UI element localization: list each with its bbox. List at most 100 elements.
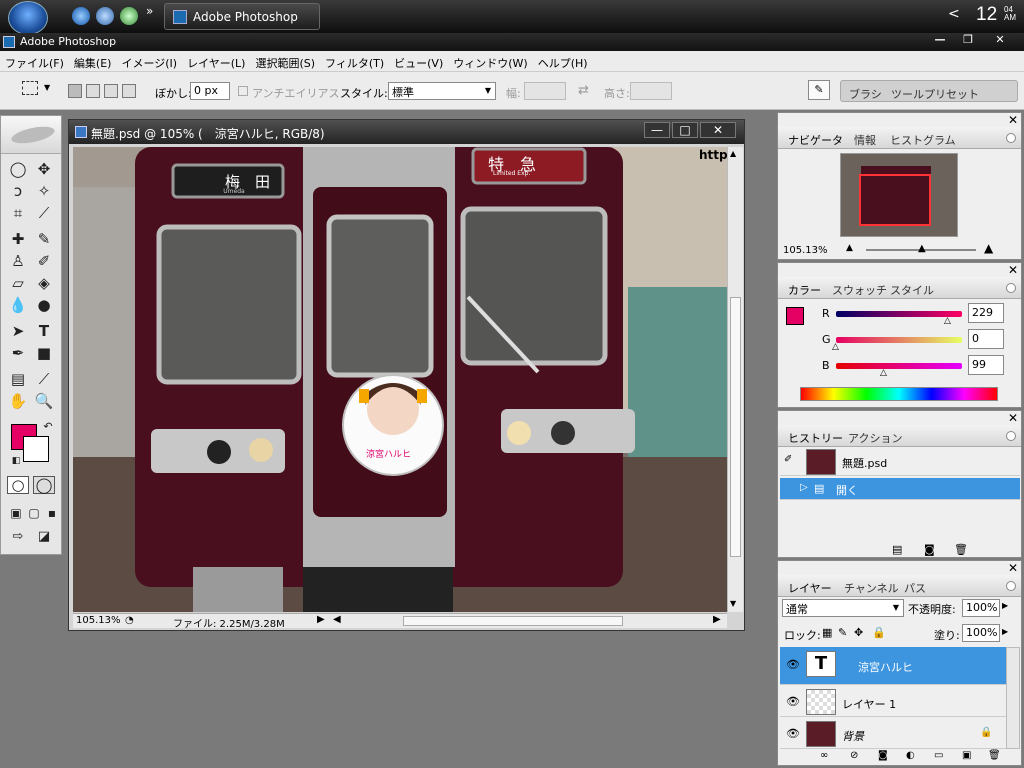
opacity-slider-icon[interactable]: ▶ (1002, 601, 1008, 610)
doc-minimize-button[interactable]: — (644, 122, 670, 138)
imageready-icon[interactable]: ◪ (33, 526, 55, 548)
clock[interactable]: 12 04 AM (976, 4, 1016, 26)
add-selection-icon[interactable] (86, 84, 100, 98)
new-document-from-state-icon[interactable]: ▤ (892, 543, 902, 556)
menu-select[interactable]: 選択範囲(S) (250, 51, 320, 71)
tab-tool-presets[interactable]: ツールプリセット (891, 86, 979, 102)
zoom-out-icon[interactable]: ▲ (846, 243, 853, 253)
color-foreground-swatch[interactable] (786, 307, 804, 325)
jump-to-imageready-icon[interactable]: ⇨ (7, 526, 29, 548)
navigator-zoom[interactable]: 105.13% (783, 245, 828, 256)
eye-icon[interactable]: 👁 (786, 695, 800, 708)
eye-icon[interactable]: 👁 (786, 727, 800, 740)
clone-stamp-icon[interactable]: ♙ (7, 250, 29, 272)
marquee-tool-preset-icon[interactable] (22, 81, 38, 95)
lock-all-icon[interactable]: 🔒 (872, 626, 886, 639)
menu-file[interactable]: ファイル(F) (0, 51, 69, 71)
screen-mode-full-icon[interactable]: ▪ (41, 502, 63, 524)
vertical-scroll-thumb[interactable] (730, 297, 741, 557)
rectangle-tool-icon[interactable]: ■ (33, 342, 55, 364)
path-selection-icon[interactable]: ➤ (7, 320, 29, 342)
ie-icon[interactable] (72, 7, 90, 25)
move-tool-icon[interactable]: ✥ (33, 158, 55, 180)
menu-filter[interactable]: フィルタ(T) (320, 51, 389, 71)
green-value-input[interactable]: 0 (968, 329, 1004, 349)
lock-transparency-icon[interactable]: ▦ (822, 626, 832, 639)
close-button[interactable]: ✕ (986, 33, 1014, 47)
horizontal-scroll-thumb[interactable] (403, 616, 623, 626)
green-slider[interactable] (836, 337, 962, 343)
history-brush-source-icon[interactable]: ✐ (784, 454, 792, 465)
tray-expand-icon[interactable]: < (948, 6, 960, 22)
blend-mode-select[interactable]: 通常 ▼ (782, 599, 904, 617)
opacity-input[interactable]: 100% (962, 599, 1000, 617)
slice-icon[interactable]: ⟋ (33, 202, 55, 224)
doc-close-button[interactable]: ✕ (700, 122, 736, 138)
tab-info[interactable]: 情報 (854, 132, 876, 148)
menu-image[interactable]: イメージ(I) (116, 51, 182, 71)
scroll-left-icon[interactable]: ◀ (333, 614, 341, 625)
document-title-bar[interactable]: 無題.psd @ 105% ( 涼宮ハルヒ, RGB/8) — □ ✕ (69, 120, 744, 144)
menu-window[interactable]: ウィンドウ(W) (448, 51, 532, 71)
layer-mask-icon[interactable]: ◙ (878, 750, 888, 761)
media-icon[interactable] (120, 7, 138, 25)
panel-menu-icon[interactable] (1006, 133, 1016, 143)
status-menu-icon[interactable]: ◔ (125, 615, 134, 626)
menu-help[interactable]: ヘルプ(H) (533, 51, 593, 71)
eye-icon[interactable]: 👁 (786, 658, 800, 671)
quicklaunch-more-icon[interactable]: » (146, 4, 153, 18)
subtract-selection-icon[interactable] (104, 84, 118, 98)
trash-icon[interactable]: 🗑 (954, 543, 968, 556)
tab-actions[interactable]: アクション (848, 430, 902, 446)
zoom-icon[interactable]: 🔍 (33, 390, 55, 412)
chevron-down-icon[interactable]: ▼ (44, 83, 50, 92)
lock-pixels-icon[interactable]: ✎ (838, 626, 847, 639)
close-icon[interactable]: ✕ (1008, 113, 1018, 127)
red-slider-thumb-icon[interactable]: △ (944, 316, 951, 326)
layer-row-text[interactable]: 👁 T 涼宮ハルヒ (780, 647, 1006, 685)
new-layer-icon[interactable]: ▣ (962, 750, 971, 761)
history-snapshot-row[interactable]: ✐ 無題.psd (780, 448, 1020, 476)
close-icon[interactable]: ✕ (1008, 411, 1018, 425)
tab-paths[interactable]: パス (904, 580, 926, 596)
scroll-up-icon[interactable]: ▲ (730, 149, 736, 158)
doc-maximize-button[interactable]: □ (672, 122, 698, 138)
type-tool-icon[interactable]: T (33, 320, 55, 342)
palette-well-icon[interactable]: ✎ (808, 80, 830, 100)
navigator-preview[interactable] (840, 153, 958, 237)
history-step-row[interactable]: ▷ ▤ 開く (780, 478, 1020, 500)
notes-icon[interactable]: ▤ (7, 368, 29, 390)
style-select[interactable]: 標準 ▼ (388, 82, 496, 100)
swap-icon[interactable]: ⇄ (578, 83, 589, 98)
new-snapshot-icon[interactable]: ◙ (924, 543, 935, 556)
new-selection-icon[interactable] (68, 84, 82, 98)
lasso-icon[interactable]: ↄ (7, 180, 29, 202)
red-value-input[interactable]: 229 (968, 303, 1004, 323)
lock-position-icon[interactable]: ✥ (854, 626, 863, 639)
paint-bucket-icon[interactable]: ◈ (33, 272, 55, 294)
menu-layer[interactable]: レイヤー(L) (182, 51, 250, 71)
close-icon[interactable]: ✕ (1008, 561, 1018, 575)
color-spectrum-bar[interactable] (800, 387, 998, 401)
link-layers-icon[interactable]: ∞ (820, 750, 828, 761)
tab-color[interactable]: カラー (788, 282, 821, 298)
tab-layers[interactable]: レイヤー (788, 580, 832, 596)
image-canvas[interactable]: 梅 田 Umeda 特 急 Limited Exp. http 涼宮ハルヒ (73, 147, 727, 612)
standard-mode-icon[interactable]: ○ (7, 476, 29, 494)
fill-slider-icon[interactable]: ▶ (1002, 627, 1008, 636)
blue-slider[interactable] (836, 363, 962, 369)
fill-input[interactable]: 100% (962, 624, 1000, 642)
brush-icon[interactable]: ✎ (33, 228, 55, 250)
tab-history[interactable]: ヒストリー (788, 430, 843, 446)
explorer-icon[interactable] (96, 7, 114, 25)
zoom-readout[interactable]: 105.13% (76, 615, 121, 626)
antialias-checkbox[interactable] (238, 86, 248, 96)
eyedropper-icon[interactable]: ⟋ (33, 368, 55, 390)
tab-histogram[interactable]: ヒストグラム (890, 132, 956, 148)
tab-channels[interactable]: チャンネル (844, 580, 899, 596)
zoom-slider-thumb-icon[interactable]: ▲ (918, 243, 926, 254)
panel-menu-icon[interactable] (1006, 431, 1016, 441)
swap-colors-icon[interactable]: ↶ (37, 416, 59, 438)
blue-value-input[interactable]: 99 (968, 355, 1004, 375)
start-button[interactable] (8, 1, 48, 35)
